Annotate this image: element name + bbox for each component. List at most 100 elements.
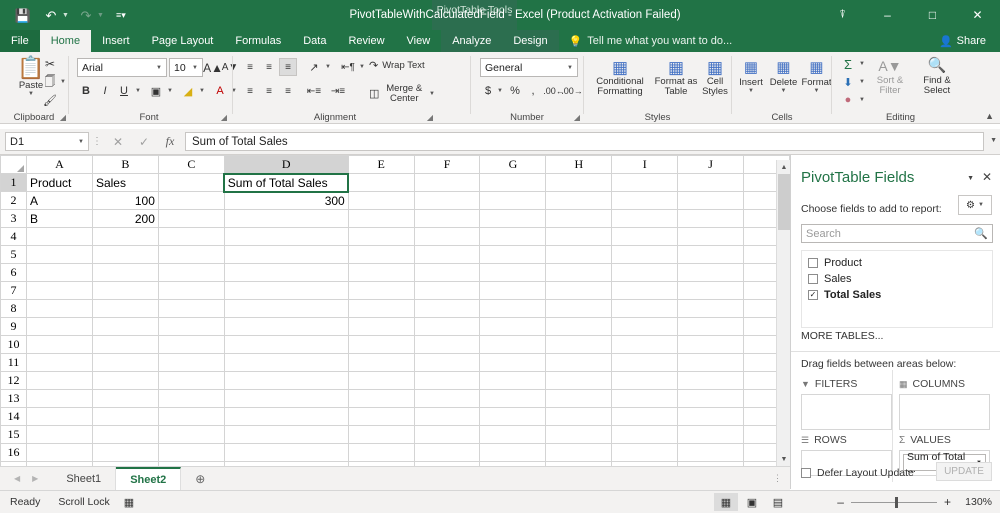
- cell-d8[interactable]: [224, 300, 348, 318]
- zoom-in-button[interactable]: +: [944, 495, 951, 509]
- cell-d2[interactable]: 300: [224, 192, 348, 210]
- cell-e15[interactable]: [348, 426, 414, 444]
- cell-d4[interactable]: [224, 228, 348, 246]
- cell-c16[interactable]: [158, 444, 224, 462]
- column-header-b[interactable]: B: [92, 156, 158, 174]
- cell-e2[interactable]: [348, 192, 414, 210]
- sheet-tab-sheet1[interactable]: Sheet1: [52, 467, 116, 490]
- cell-j8[interactable]: [678, 300, 744, 318]
- sheet-tab-sheet2[interactable]: Sheet2: [116, 467, 181, 490]
- tab-file[interactable]: File: [0, 30, 40, 52]
- sort-filter-button[interactable]: A▼ Sort & Filter: [869, 56, 911, 97]
- more-tables-link[interactable]: MORE TABLES...: [801, 330, 883, 342]
- cell-f3[interactable]: [414, 210, 480, 228]
- area-filters[interactable]: ▼ FILTERS: [801, 377, 892, 430]
- cell-styles-button[interactable]: ▦ Cell Styles: [697, 58, 733, 98]
- find-select-button[interactable]: 🔍 Find & Select: [913, 56, 961, 97]
- cell-c15[interactable]: [158, 426, 224, 444]
- cell-g13[interactable]: [480, 390, 546, 408]
- format-as-table-button[interactable]: ▦ Format as Table: [651, 58, 701, 98]
- cell-d13[interactable]: [224, 390, 348, 408]
- currency-button[interactable]: $: [480, 82, 496, 100]
- cell-j6[interactable]: [678, 264, 744, 282]
- cell-f15[interactable]: [414, 426, 480, 444]
- cell-i15[interactable]: [612, 426, 678, 444]
- text-direction-dropdown-icon[interactable]: ▼: [359, 64, 365, 70]
- record-macro-icon[interactable]: ▦: [124, 496, 134, 509]
- ribbon-display-options-icon[interactable]: ⍒: [820, 0, 865, 30]
- row-header-15[interactable]: 15: [1, 426, 27, 444]
- cell-a8[interactable]: [26, 300, 92, 318]
- row-header-11[interactable]: 11: [1, 354, 27, 372]
- cell-g3[interactable]: [480, 210, 546, 228]
- cell-b12[interactable]: [92, 372, 158, 390]
- cell-i12[interactable]: [612, 372, 678, 390]
- grid-icon[interactable]: ▦: [714, 493, 738, 511]
- area-dropzone-filters[interactable]: [801, 394, 892, 430]
- font-size-dropdown-icon[interactable]: ▼: [192, 65, 198, 71]
- cell-d7[interactable]: [224, 282, 348, 300]
- cell-f12[interactable]: [414, 372, 480, 390]
- row-header-13[interactable]: 13: [1, 390, 27, 408]
- orientation-dropdown-icon[interactable]: ▼: [325, 64, 331, 70]
- cell-i5[interactable]: [612, 246, 678, 264]
- cell-j12[interactable]: [678, 372, 744, 390]
- cell-e3[interactable]: [348, 210, 414, 228]
- zoom-level-label[interactable]: 130%: [958, 496, 992, 508]
- cell-e16[interactable]: [348, 444, 414, 462]
- cell-d9[interactable]: [224, 318, 348, 336]
- cell-c14[interactable]: [158, 408, 224, 426]
- font-dialog-launcher[interactable]: ◢: [221, 113, 227, 122]
- page-break-icon[interactable]: ▤: [766, 493, 790, 511]
- name-box-dropdown-icon[interactable]: ▼: [78, 139, 84, 145]
- cell-h3[interactable]: [546, 210, 612, 228]
- cell-i16[interactable]: [612, 444, 678, 462]
- font-name-dropdown-icon[interactable]: ▼: [156, 65, 162, 71]
- row-header-7[interactable]: 7: [1, 282, 27, 300]
- area-columns[interactable]: ▦ COLUMNS: [899, 377, 990, 430]
- cell-g5[interactable]: [480, 246, 546, 264]
- vertical-scroll-thumb[interactable]: [778, 174, 790, 230]
- tab-analyze[interactable]: Analyze: [441, 30, 502, 52]
- column-header-e[interactable]: E: [348, 156, 414, 174]
- collapse-ribbon-icon[interactable]: ▲: [985, 111, 994, 121]
- cell-c13[interactable]: [158, 390, 224, 408]
- cell-b10[interactable]: [92, 336, 158, 354]
- cell-j15[interactable]: [678, 426, 744, 444]
- checkbox-product[interactable]: [808, 258, 818, 268]
- row-header-12[interactable]: 12: [1, 372, 27, 390]
- row-header-16[interactable]: 16: [1, 444, 27, 462]
- delete-cells-button[interactable]: ▦ Delete ▼: [767, 58, 800, 95]
- cut-button[interactable]: ✂: [41, 56, 59, 72]
- percent-button[interactable]: %: [507, 82, 523, 100]
- cell-j4[interactable]: [678, 228, 744, 246]
- text-direction-icon[interactable]: ⇤¶: [339, 58, 357, 76]
- cell-b11[interactable]: [92, 354, 158, 372]
- tab-home[interactable]: Home: [40, 30, 91, 52]
- cell-i11[interactable]: [612, 354, 678, 372]
- row-header-1[interactable]: 1: [1, 174, 27, 192]
- italic-button[interactable]: I: [96, 82, 114, 100]
- cell-f9[interactable]: [414, 318, 480, 336]
- align-middle-icon[interactable]: ≡: [260, 58, 278, 76]
- zoom-out-button[interactable]: –: [837, 495, 844, 509]
- row-header-6[interactable]: 6: [1, 264, 27, 282]
- cell-b3[interactable]: 200: [92, 210, 158, 228]
- cell-i14[interactable]: [612, 408, 678, 426]
- defer-layout-update-row[interactable]: Defer Layout Update: [801, 467, 914, 479]
- add-sheet-icon[interactable]: ⊕: [181, 467, 219, 490]
- tab-review[interactable]: Review: [337, 30, 395, 52]
- area-dropzone-columns[interactable]: [899, 394, 990, 430]
- field-item-total-sales[interactable]: ✓ Total Sales: [802, 287, 992, 303]
- sheet-tab-menu-icon[interactable]: ⋮: [765, 467, 790, 490]
- page-layout-icon[interactable]: ▣: [740, 493, 764, 511]
- bold-button[interactable]: B: [77, 82, 95, 100]
- undo-dropdown-icon[interactable]: ▼: [62, 12, 69, 19]
- cell-a10[interactable]: [26, 336, 92, 354]
- cell-i8[interactable]: [612, 300, 678, 318]
- column-header-c[interactable]: C: [158, 156, 224, 174]
- cell-d14[interactable]: [224, 408, 348, 426]
- cell-a2[interactable]: A: [26, 192, 92, 210]
- cell-c8[interactable]: [158, 300, 224, 318]
- cell-b2[interactable]: 100: [92, 192, 158, 210]
